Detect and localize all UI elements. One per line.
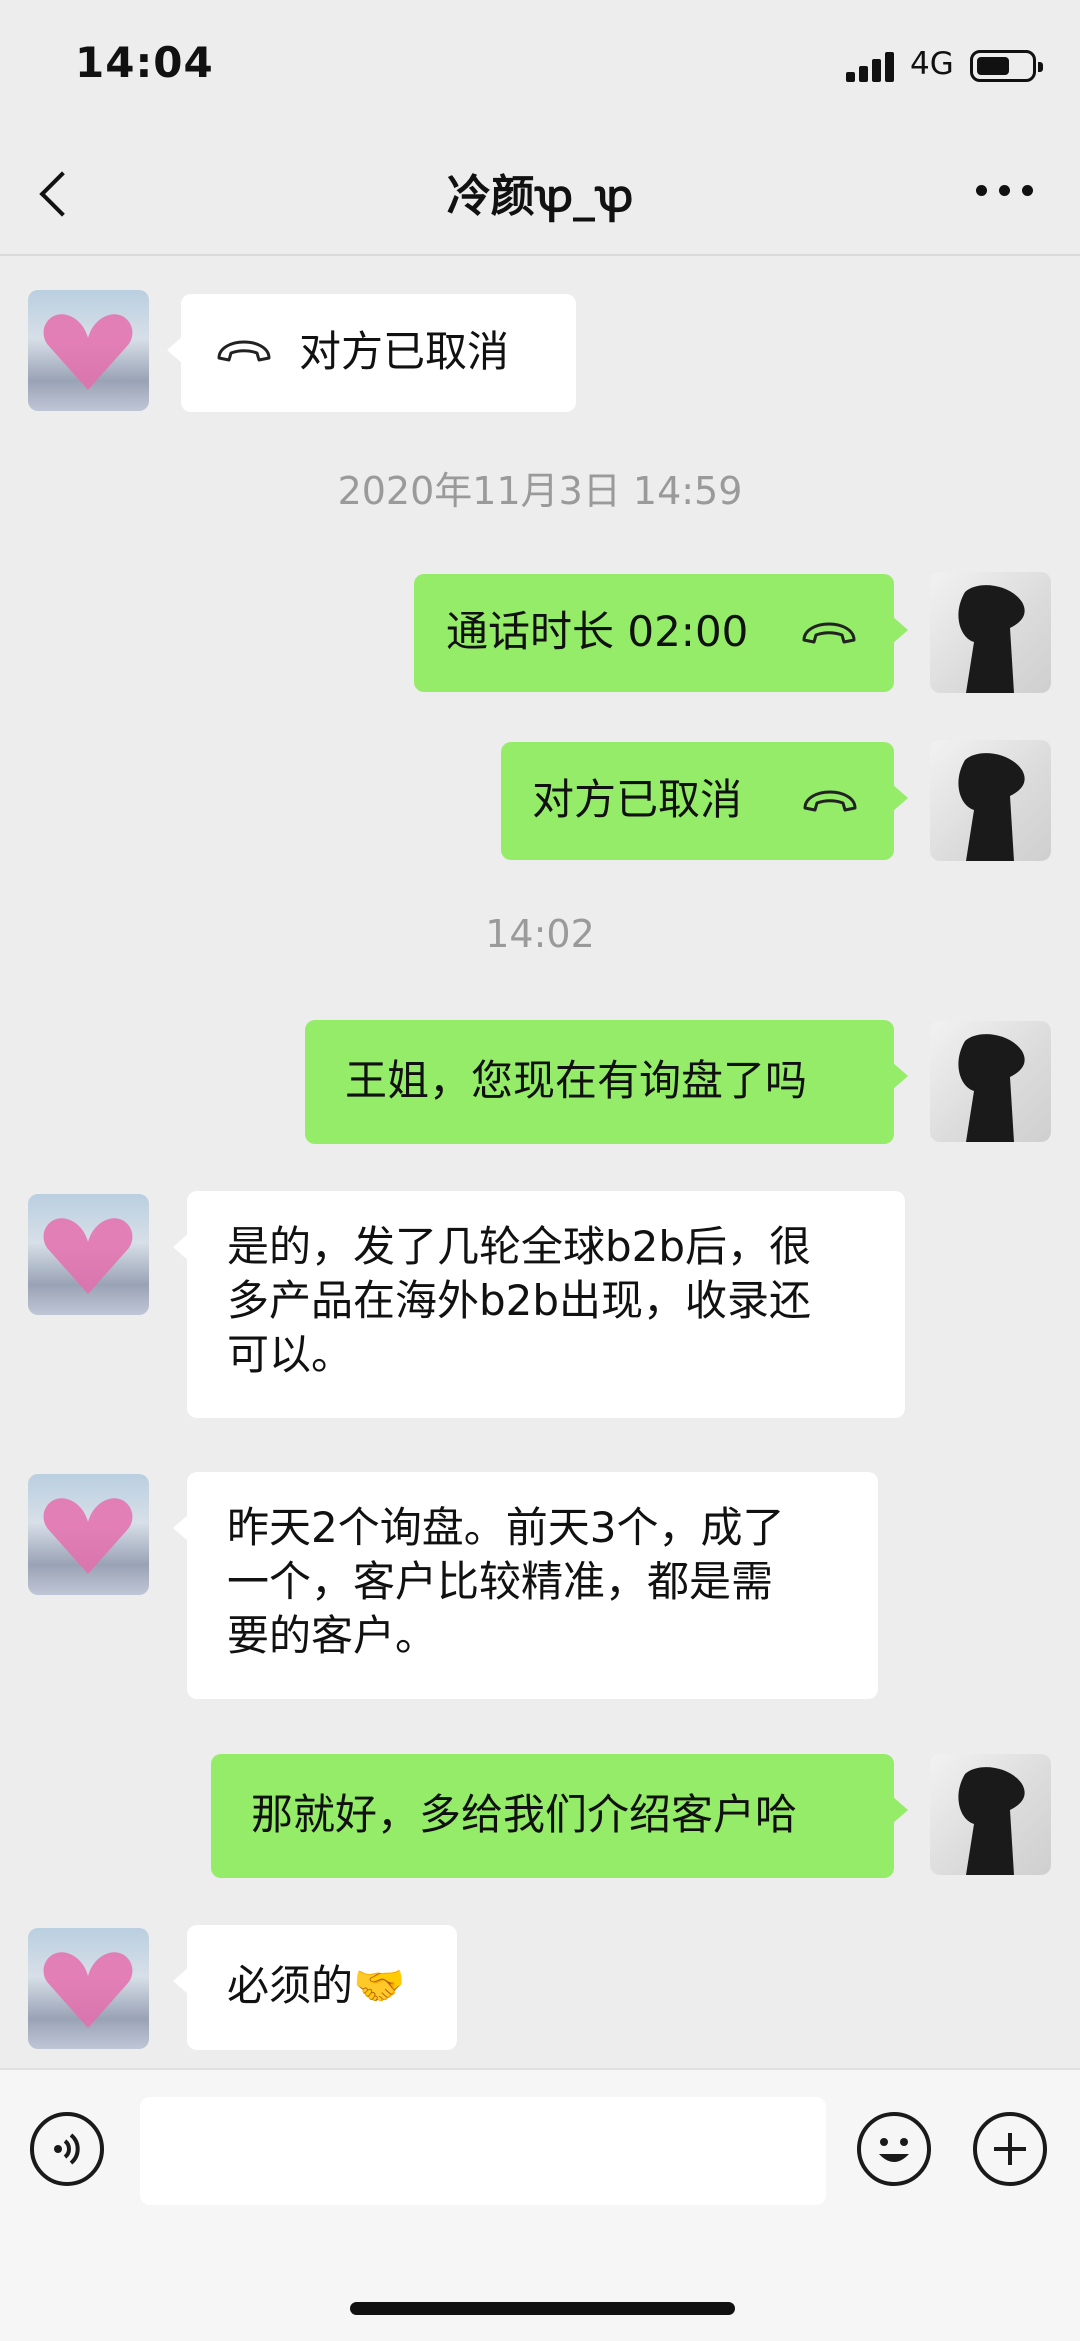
signal-bars-icon: [846, 50, 898, 82]
message-text: 是的，发了几轮全球b2b后，很 多产品在海外b2b出现，收录还 可以。: [227, 1222, 812, 1379]
network-label: 4G: [910, 46, 954, 82]
phone-hangup-icon: [803, 790, 857, 812]
contact-avatar[interactable]: [28, 1928, 149, 2049]
my-avatar[interactable]: [930, 572, 1051, 693]
chat-header: 冷颜ꝕ_ꝕ: [0, 130, 1080, 256]
status-bar: 14:04 4G: [0, 0, 1080, 130]
battery-icon: [970, 50, 1043, 82]
message-bubble[interactable]: 必须的🤝: [173, 1925, 457, 2050]
contact-avatar[interactable]: [28, 1194, 149, 1315]
contact-avatar[interactable]: [28, 290, 149, 411]
message-text: 对方已取消: [299, 327, 510, 376]
emoji-icon[interactable]: [857, 2112, 931, 2186]
message-text: 昨天2个询盘。前天3个，成了 一个，客户比较精准，都是需 要的客户。: [227, 1503, 785, 1660]
message-bubble[interactable]: 是的，发了几轮全球b2b后，很 多产品在海外b2b出现，收录还 可以。: [173, 1191, 905, 1418]
plus-icon[interactable]: [973, 2112, 1047, 2186]
input-bar: [0, 2068, 1080, 2341]
message-bubble[interactable]: 对方已取消: [501, 742, 908, 860]
message-text: 通话时长 02:00: [446, 607, 749, 656]
message-text: 对方已取消: [532, 775, 743, 824]
my-avatar[interactable]: [930, 1021, 1051, 1142]
my-avatar[interactable]: [930, 740, 1051, 861]
phone-hangup-icon: [217, 340, 271, 362]
more-dots-icon[interactable]: [970, 170, 1040, 210]
message-bubble[interactable]: 王姐，您现在有询盘了吗: [305, 1020, 908, 1144]
message-text: 那就好，多给我们介绍客户哈: [251, 1790, 798, 1839]
home-indicator[interactable]: [350, 2302, 735, 2315]
voice-icon[interactable]: [30, 2112, 104, 2186]
message-input[interactable]: [140, 2097, 826, 2205]
contact-avatar[interactable]: [28, 1474, 149, 1595]
my-avatar[interactable]: [930, 1754, 1051, 1875]
message-bubble[interactable]: 通话时长 02:00: [414, 574, 908, 692]
message-bubble[interactable]: 昨天2个询盘。前天3个，成了 一个，客户比较精准，都是需 要的客户。: [173, 1472, 878, 1699]
phone-hangup-icon: [802, 622, 856, 644]
message-text: 必须的: [227, 1961, 354, 2010]
chat-title: 冷颜ꝕ_ꝕ: [446, 171, 634, 222]
status-time: 14:04: [75, 38, 214, 87]
handshake-emoji: 🤝: [353, 1961, 406, 2010]
timestamp: 2020年11月3日 14:59: [337, 469, 743, 513]
timestamp: 14:02: [485, 912, 595, 956]
message-text: 王姐，您现在有询盘了吗: [345, 1056, 808, 1105]
message-bubble[interactable]: 那就好，多给我们介绍客户哈: [211, 1754, 908, 1878]
message-bubble[interactable]: 对方已取消: [167, 294, 576, 412]
